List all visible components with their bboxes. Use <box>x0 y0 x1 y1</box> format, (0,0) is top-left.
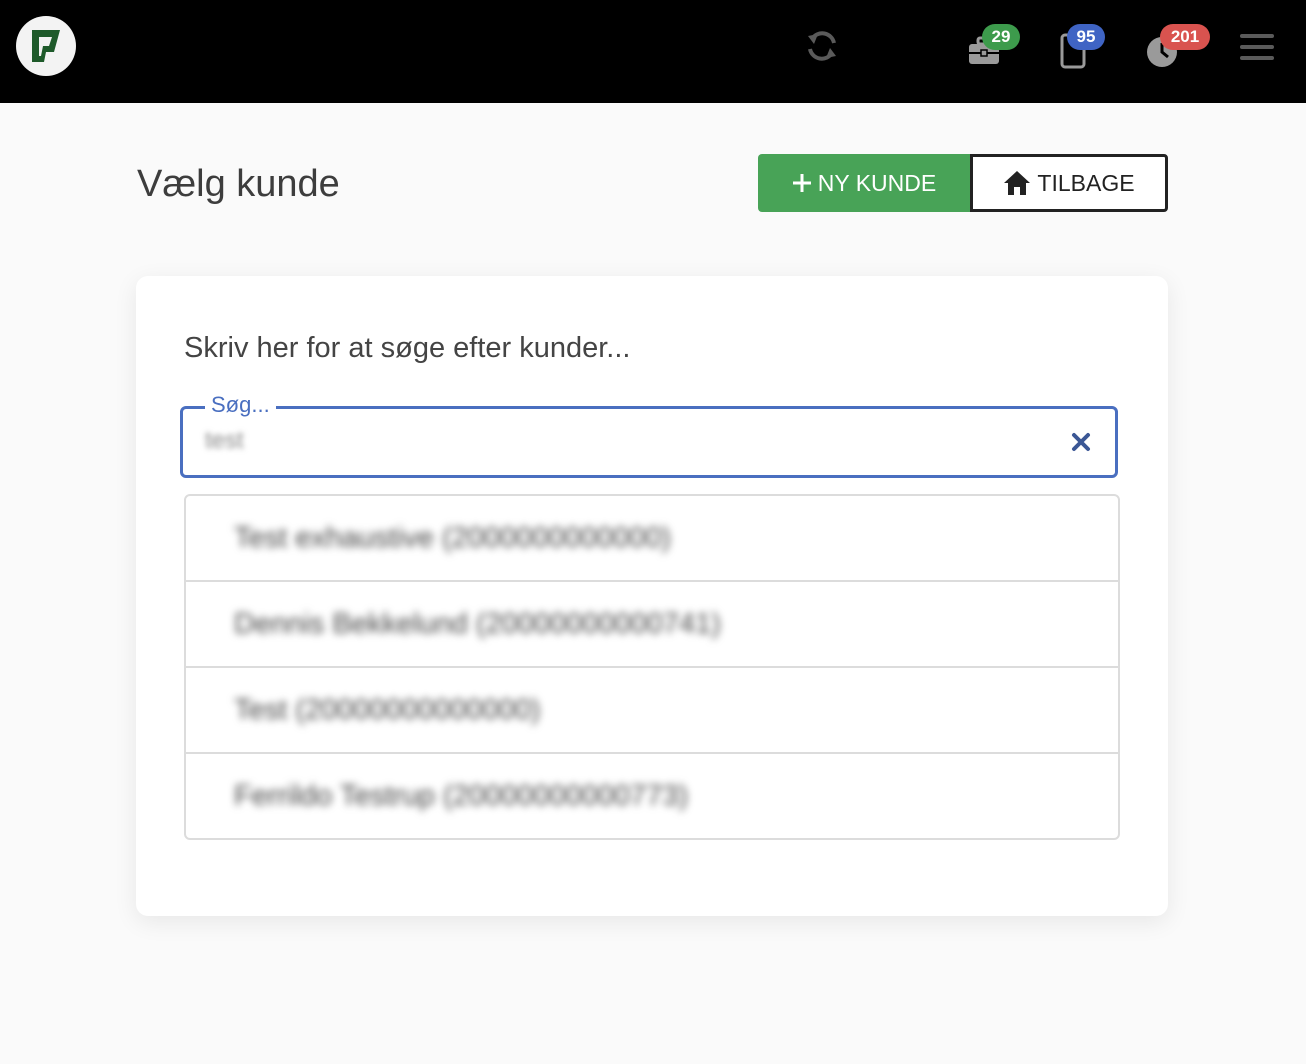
home-icon <box>1003 170 1031 196</box>
menu-icon[interactable] <box>1240 32 1274 67</box>
search-field[interactable]: Søg... test <box>180 392 1118 478</box>
refresh-icon[interactable] <box>804 28 840 69</box>
search-results-list: Test exhaustive (2000000000000) Dennis B… <box>184 494 1120 840</box>
page-title: Vælg kunde <box>137 163 340 205</box>
close-icon[interactable] <box>1071 432 1091 457</box>
clock-count-badge: 201 <box>1160 24 1210 50</box>
customer-search-card: Skriv her for at søge efter kunder... Sø… <box>136 276 1168 916</box>
search-input[interactable]: test <box>205 427 244 455</box>
list-item[interactable]: Test (20000000000000) <box>186 668 1118 754</box>
logo-icon <box>32 30 60 62</box>
briefcase-count-badge: 29 <box>982 24 1020 50</box>
new-customer-button[interactable]: NY KUNDE <box>758 154 970 212</box>
search-instructions: Skriv her for at søge efter kunder... <box>184 332 631 364</box>
search-label: Søg... <box>205 392 276 418</box>
back-label: TILBAGE <box>1037 169 1135 196</box>
top-navbar: 29 95 201 <box>0 0 1306 103</box>
list-item[interactable]: Test exhaustive (2000000000000) <box>186 496 1118 582</box>
back-button[interactable]: TILBAGE <box>970 154 1168 212</box>
plus-icon <box>792 173 812 193</box>
new-customer-label: NY KUNDE <box>817 169 937 196</box>
list-item[interactable]: Dennis Bekkelund (20000000000741) <box>186 582 1118 668</box>
list-item[interactable]: Ferrildo Testrup (20000000000773) <box>186 754 1118 838</box>
app-logo[interactable] <box>16 16 76 76</box>
phone-count-badge: 95 <box>1067 24 1105 50</box>
